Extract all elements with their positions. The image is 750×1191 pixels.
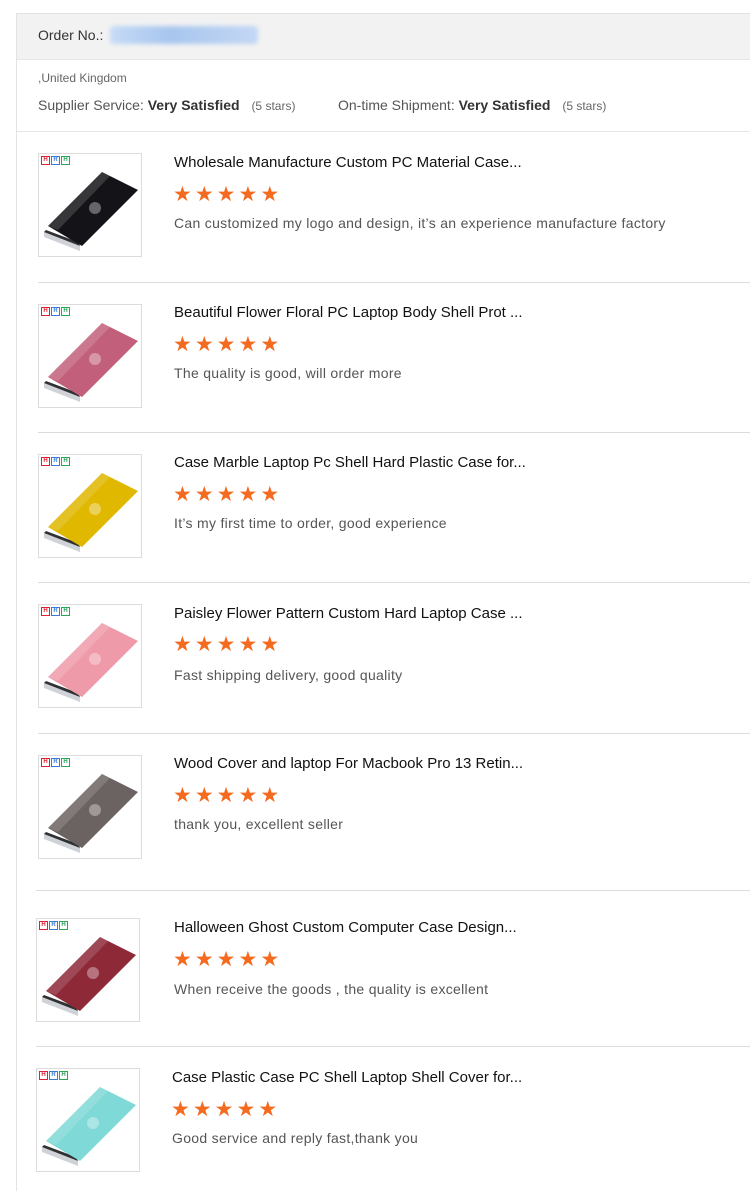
star-icon: ★ (194, 483, 214, 506)
star-icon: ★ (238, 333, 258, 356)
review-comment: thank you, excellent seller (174, 816, 344, 832)
divider (36, 1046, 750, 1047)
star-icon: ★ (216, 784, 236, 807)
product-thumbnail[interactable]: HRH (38, 755, 142, 859)
star-icon: ★ (238, 183, 258, 206)
divider (38, 582, 750, 583)
buyer-location: ,United Kingdom (38, 71, 127, 85)
star-icon: ★ (173, 333, 192, 356)
product-title-link[interactable]: Case Marble Laptop Pc Shell Hard Plastic… (174, 454, 526, 471)
star-rating: ★ ★ ★ ★ ★ (173, 634, 279, 655)
star-icon: ★ (173, 948, 192, 971)
on-time-shipment-stars: (5 stars) (562, 99, 607, 113)
review-comment: It’s my first time to order, good experi… (174, 515, 447, 531)
star-icon: ★ (238, 633, 258, 656)
star-icon: ★ (192, 1098, 212, 1121)
supplier-service-label: Supplier Service: (38, 97, 144, 113)
star-icon: ★ (260, 483, 280, 506)
product-thumbnail[interactable]: HRH (38, 454, 142, 558)
laptop-case-image (44, 172, 138, 251)
supplier-service-stars: (5 stars) (251, 99, 296, 113)
product-title-link[interactable]: Halloween Ghost Custom Computer Case Des… (174, 919, 517, 936)
laptop-case-image (44, 323, 138, 402)
star-icon: ★ (260, 633, 280, 656)
laptop-case-image (44, 623, 138, 702)
order-header: Order No.: (17, 14, 750, 60)
star-icon: ★ (260, 948, 280, 971)
star-icon: ★ (236, 1098, 256, 1121)
star-icon: ★ (216, 183, 236, 206)
laptop-case-image (42, 937, 136, 1016)
star-icon: ★ (173, 183, 192, 206)
order-number-label: Order No.: (38, 27, 104, 43)
review-comment: Can customized my logo and design, it’s … (174, 215, 666, 231)
star-icon: ★ (238, 948, 258, 971)
product-thumbnail[interactable]: HRH (38, 304, 142, 408)
star-icon: ★ (216, 633, 236, 656)
order-number-value (110, 26, 258, 44)
star-icon: ★ (260, 333, 280, 356)
product-title-link[interactable]: Wood Cover and laptop For Macbook Pro 13… (174, 755, 523, 772)
laptop-case-image (42, 1087, 136, 1166)
on-time-shipment-rating: On-time Shipment: Very Satisfied (5 star… (338, 97, 606, 113)
star-icon: ★ (194, 633, 214, 656)
supplier-service-value: Very Satisfied (147, 97, 240, 113)
review-comment: The quality is good, will order more (174, 365, 402, 381)
star-icon: ★ (171, 1098, 190, 1121)
divider (36, 890, 750, 891)
star-icon: ★ (216, 333, 236, 356)
star-rating: ★ ★ ★ ★ ★ (173, 949, 279, 970)
product-thumbnail[interactable]: HRH (38, 153, 142, 257)
divider (38, 432, 750, 433)
product-thumbnail[interactable]: HRH (38, 604, 142, 708)
star-icon: ★ (260, 183, 280, 206)
review-comment: Fast shipping delivery, good quality (174, 667, 403, 683)
star-icon: ★ (194, 784, 214, 807)
laptop-case-image (44, 774, 138, 853)
review-comment: Good service and reply fast,thank you (172, 1130, 419, 1146)
on-time-shipment-value: Very Satisfied (458, 97, 551, 113)
star-icon: ★ (194, 948, 214, 971)
product-thumbnail[interactable]: HRH (36, 918, 140, 1022)
star-rating: ★ ★ ★ ★ ★ (173, 334, 279, 355)
star-rating: ★ ★ ★ ★ ★ (173, 785, 279, 806)
star-icon: ★ (238, 483, 258, 506)
star-rating: ★ ★ ★ ★ ★ (173, 484, 279, 505)
star-rating: ★ ★ ★ ★ ★ (173, 184, 279, 205)
star-rating: ★ ★ ★ ★ ★ (171, 1099, 277, 1120)
on-time-shipment-label: On-time Shipment: (338, 97, 455, 113)
supplier-service-rating: Supplier Service: Very Satisfied (5 star… (38, 97, 295, 113)
product-title-link[interactable]: Wholesale Manufacture Custom PC Material… (174, 154, 522, 171)
product-title-link[interactable]: Beautiful Flower Floral PC Laptop Body S… (174, 304, 523, 321)
star-icon: ★ (260, 784, 280, 807)
star-icon: ★ (194, 183, 214, 206)
star-icon: ★ (216, 483, 236, 506)
product-title-link[interactable]: Case Plastic Case PC Shell Laptop Shell … (172, 1069, 522, 1086)
product-title-link[interactable]: Paisley Flower Pattern Custom Hard Lapto… (174, 605, 523, 622)
divider (17, 131, 750, 132)
star-icon: ★ (258, 1098, 278, 1121)
star-icon: ★ (173, 784, 192, 807)
divider (38, 282, 750, 283)
star-icon: ★ (173, 483, 192, 506)
star-icon: ★ (173, 633, 192, 656)
divider (38, 733, 750, 734)
review-comment: When receive the goods , the quality is … (174, 981, 489, 997)
product-thumbnail[interactable]: HRH (36, 1068, 140, 1172)
star-icon: ★ (216, 948, 236, 971)
laptop-case-image (44, 473, 138, 552)
star-icon: ★ (194, 333, 214, 356)
star-icon: ★ (238, 784, 258, 807)
star-icon: ★ (214, 1098, 234, 1121)
